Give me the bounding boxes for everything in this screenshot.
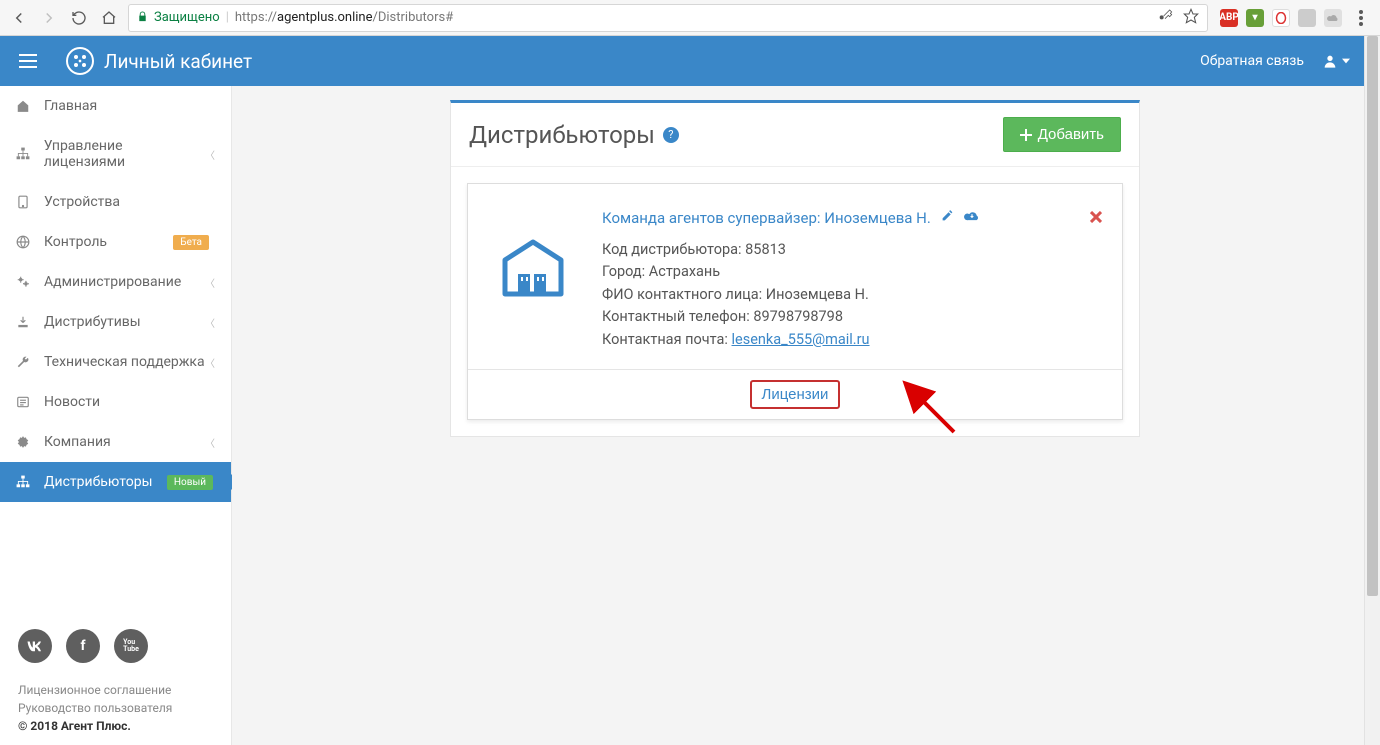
sitemap-icon	[16, 147, 34, 161]
sidebar-item-1[interactable]: Управление лицензиями〈	[0, 126, 231, 182]
sidebar-item-label: Администрирование	[44, 274, 181, 290]
sidebar-item-label: Компания	[44, 434, 111, 450]
sidebar: ГлавнаяУправление лицензиями〈УстройстваК…	[0, 86, 232, 745]
sidebar-item-3[interactable]: Контроль Бета	[0, 222, 231, 262]
user-menu-icon[interactable]	[1322, 53, 1350, 69]
opera-extension-icon[interactable]	[1272, 9, 1290, 27]
cloud-download-icon[interactable]	[964, 209, 980, 226]
app-topbar: Личный кабинет Обратная связь	[0, 36, 1364, 86]
sidebar-item-9[interactable]: Дистрибьюторы Новый	[0, 462, 231, 502]
chevron-left-icon: 〈	[205, 275, 215, 290]
browser-chrome-bar: Защищено | https://agentplus.online/Dist…	[0, 0, 1380, 36]
lock-icon	[137, 11, 148, 25]
help-icon[interactable]: ?	[663, 127, 679, 143]
sidebar-item-5[interactable]: Дистрибутивы 〈	[0, 302, 231, 342]
distributor-email: Контактная почта: lesenka_555@mail.ru	[602, 329, 1102, 351]
sidebar-item-label: Дистрибутивы	[44, 314, 141, 330]
back-icon[interactable]	[8, 7, 30, 29]
sidebar-item-label: Устройства	[44, 194, 120, 210]
chevron-left-icon: 〈	[205, 435, 215, 450]
star-icon[interactable]	[1183, 8, 1199, 28]
distributor-email-link[interactable]: lesenka_555@mail.ru	[732, 331, 870, 348]
sidebar-item-label: Новости	[44, 394, 100, 410]
reload-icon[interactable]	[68, 7, 90, 29]
kebab-menu-icon[interactable]	[1350, 7, 1372, 29]
facebook-social-icon[interactable]: f	[66, 629, 100, 663]
sidebar-footer: f YouTube Лицензионное соглашение Руково…	[0, 615, 231, 745]
page-title: Дистрибьюторы ?	[469, 121, 679, 149]
gear-icon	[16, 435, 34, 449]
copyright-text: © 2018 Агент Плюс.	[18, 719, 213, 733]
licenses-button[interactable]: Лицензии	[750, 380, 841, 409]
browser-extension-icons: ABP ▾	[1216, 7, 1372, 29]
chevron-left-icon: 〈	[205, 355, 215, 370]
main-content: Дистрибьюторы ? Добавить	[232, 86, 1364, 745]
secure-label: Защищено	[154, 10, 220, 25]
url-text: https://agentplus.online/Distributors#	[235, 10, 453, 25]
distributor-city: Город: Астрахань	[602, 261, 1102, 283]
distributors-panel: Дистрибьюторы ? Добавить	[450, 100, 1140, 437]
grey-extension-icon[interactable]	[1298, 9, 1316, 27]
cogs-icon	[16, 275, 34, 289]
tablet-icon	[16, 195, 34, 209]
youtube-social-icon[interactable]: YouTube	[114, 629, 148, 663]
globe-icon	[16, 235, 34, 249]
delete-icon[interactable]	[1090, 208, 1102, 227]
distributor-phone: Контактный телефон: 89798798798	[602, 306, 1102, 328]
sidebar-badge: Бета	[173, 235, 209, 250]
feedback-link[interactable]: Обратная связь	[1200, 53, 1304, 69]
distributor-title-link[interactable]: Команда агентов супервайзер: Иноземцева …	[602, 209, 931, 227]
chevron-left-icon: 〈	[205, 315, 215, 330]
sidebar-badge: Новый	[167, 475, 213, 490]
sitemap-icon	[16, 475, 34, 489]
cloud-extension-icon[interactable]	[1324, 9, 1342, 27]
brand-title: Личный кабинет	[104, 50, 252, 73]
abp-extension-icon[interactable]: ABP	[1220, 9, 1238, 27]
sidebar-item-0[interactable]: Главная	[0, 86, 231, 126]
home-icon	[16, 99, 34, 113]
warehouse-icon	[488, 208, 578, 351]
add-distributor-button[interactable]: Добавить	[1003, 117, 1121, 152]
forward-icon[interactable]	[38, 7, 60, 29]
key-icon[interactable]	[1157, 8, 1173, 28]
distributor-card: Команда агентов супервайзер: Иноземцева …	[467, 183, 1123, 420]
distributor-contact-name: ФИО контактного лица: Иноземцева Н.	[602, 284, 1102, 306]
page-scrollbar[interactable]	[1364, 36, 1380, 745]
sidebar-item-6[interactable]: Техническая поддержка〈	[0, 342, 231, 382]
sidebar-item-2[interactable]: Устройства	[0, 182, 231, 222]
news-icon	[16, 395, 34, 409]
sidebar-item-label: Контроль	[44, 234, 107, 250]
sidebar-item-7[interactable]: Новости	[0, 382, 231, 422]
vk-social-icon[interactable]	[18, 629, 52, 663]
distributor-code: Код дистрибьютора: 85813	[602, 239, 1102, 261]
address-bar[interactable]: Защищено | https://agentplus.online/Dist…	[128, 4, 1208, 32]
user-guide-link[interactable]: Руководство пользователя	[18, 699, 213, 717]
sidebar-item-label: Техническая поддержка	[44, 354, 205, 370]
hamburger-menu-icon[interactable]	[14, 47, 42, 75]
license-agreement-link[interactable]: Лицензионное соглашение	[18, 681, 213, 699]
brand-logo-icon	[66, 47, 94, 75]
edit-icon[interactable]	[941, 209, 954, 226]
home-icon[interactable]	[98, 7, 120, 29]
chevron-left-icon: 〈	[205, 147, 215, 162]
sidebar-item-4[interactable]: Администрирование 〈	[0, 262, 231, 302]
sidebar-item-label: Дистрибьюторы	[44, 474, 152, 490]
wrench-icon	[16, 355, 34, 369]
download-icon	[16, 315, 34, 329]
sidebar-item-label: Управление лицензиями	[44, 138, 205, 170]
green-extension-icon[interactable]: ▾	[1246, 9, 1264, 27]
sidebar-item-label: Главная	[44, 98, 97, 114]
sidebar-item-8[interactable]: Компания 〈	[0, 422, 231, 462]
